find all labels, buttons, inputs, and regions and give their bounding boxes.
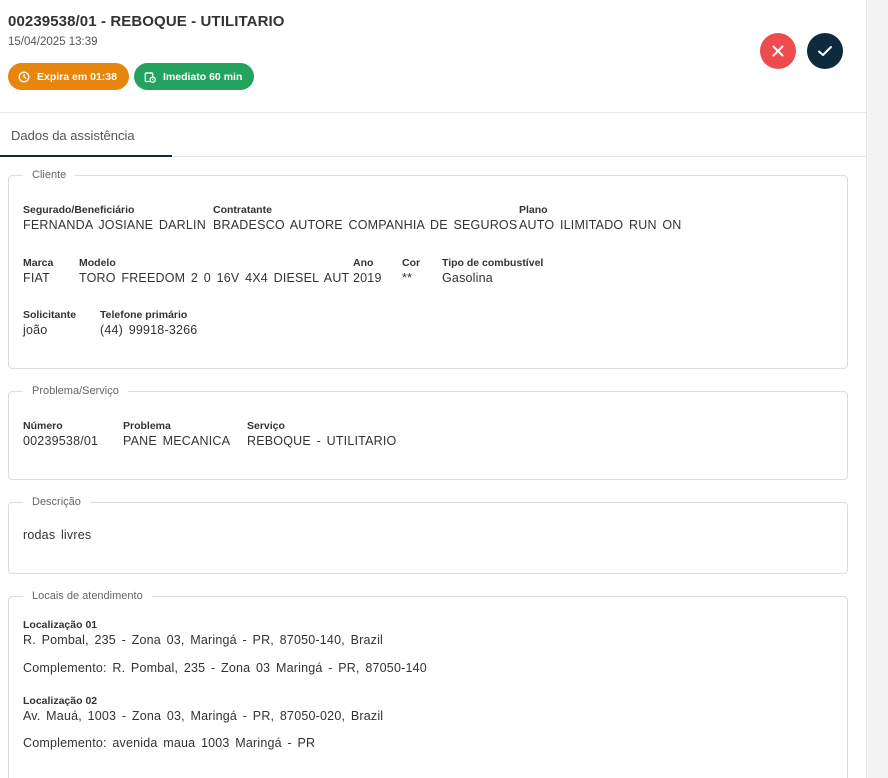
localizacao-02-complemento: Complemento: avenida maua 1003 Maringá -… bbox=[23, 736, 316, 750]
marca-label: Marca bbox=[23, 257, 54, 269]
close-icon bbox=[772, 45, 784, 57]
tab-dados-assistencia[interactable]: Dados da assistência bbox=[0, 113, 172, 157]
segurado-value: FERNANDA JOSIANE DARLIN bbox=[23, 218, 206, 232]
problema-label: Problema bbox=[123, 420, 171, 432]
localizacao-02-label: Localização 02 bbox=[23, 695, 98, 707]
plano-field: Plano AUTO ILIMITADO RUN ON bbox=[519, 204, 682, 233]
ano-value: 2019 bbox=[353, 271, 382, 285]
combustivel-label: Tipo de combustível bbox=[442, 257, 544, 269]
localizacao-01-address: R. Pombal, 235 - Zona 03, Maringá - PR, … bbox=[23, 633, 384, 647]
urgency-badge-label: Imediato 60 min bbox=[163, 70, 243, 83]
contratante-value: BRADESCO AUTORE COMPANHIA DE SEGUROS bbox=[213, 218, 518, 232]
cor-field: Cor ** bbox=[402, 257, 420, 286]
localizacao-01-complemento: Complemento: R. Pombal, 235 - Zona 03 Ma… bbox=[23, 661, 427, 675]
localizacao-01: Localização 01 R. Pombal, 235 - Zona 03,… bbox=[23, 619, 383, 648]
servico-field: Serviço REBOQUE - UTILITARIO bbox=[247, 420, 396, 449]
problema-value: PANE MECANICA bbox=[123, 434, 231, 448]
telefone-value: (44) 99918-3266 bbox=[100, 323, 198, 337]
combustivel-field: Tipo de combustível Gasolina bbox=[442, 257, 543, 286]
vertical-scrollbar[interactable] bbox=[866, 0, 888, 778]
cor-value: ** bbox=[402, 271, 413, 285]
ano-label: Ano bbox=[353, 257, 374, 269]
expiry-badge: Expira em 01:38 bbox=[8, 63, 129, 90]
request-datetime: 15/04/2025 13:39 bbox=[8, 36, 98, 48]
calendar-clock-icon bbox=[144, 71, 156, 83]
accept-button[interactable] bbox=[807, 33, 843, 69]
localizacao-01-label: Localização 01 bbox=[23, 619, 98, 631]
descricao-text: rodas livres bbox=[23, 528, 92, 542]
clock-icon bbox=[18, 70, 30, 83]
numero-value: 00239538/01 bbox=[23, 434, 99, 448]
cliente-section: Cliente Segurado/Beneficiário FERNANDA J… bbox=[8, 169, 848, 369]
check-icon bbox=[818, 46, 832, 56]
telefone-field: Telefone primário (44) 99918-3266 bbox=[100, 309, 197, 338]
locais-section: Locais de atendimento Localização 01 R. … bbox=[8, 590, 848, 778]
localizacao-02-address: Av. Mauá, 1003 - Zona 03, Maringá - PR, … bbox=[23, 709, 384, 723]
contratante-field: Contratante BRADESCO AUTORE COMPANHIA DE… bbox=[213, 204, 517, 233]
modelo-value: TORO FREEDOM 2 0 16V 4X4 DIESEL AUT bbox=[79, 271, 350, 285]
telefone-label: Telefone primário bbox=[100, 309, 188, 321]
segurado-field: Segurado/Beneficiário FERNANDA JOSIANE D… bbox=[23, 204, 206, 233]
segurado-label: Segurado/Beneficiário bbox=[23, 204, 135, 216]
urgency-badge: Imediato 60 min bbox=[134, 63, 255, 90]
problema-field: Problema PANE MECANICA bbox=[123, 420, 230, 449]
numero-label: Número bbox=[23, 420, 63, 432]
contratante-label: Contratante bbox=[213, 204, 272, 216]
page-title: 00239538/01 - REBOQUE - UTILITARIO bbox=[8, 13, 285, 30]
descricao-section: Descrição rodas livres bbox=[8, 496, 848, 574]
problema-legend: Problema/Serviço bbox=[32, 385, 119, 397]
expiry-badge-label: Expira em 01:38 bbox=[37, 70, 117, 83]
servico-label: Serviço bbox=[247, 420, 285, 432]
locais-legend: Locais de atendimento bbox=[32, 590, 143, 602]
plano-label: Plano bbox=[519, 204, 548, 216]
detail-header: 00239538/01 - REBOQUE - UTILITARIO 15/04… bbox=[0, 0, 866, 113]
reject-button[interactable] bbox=[760, 33, 796, 69]
solicitante-value: joão bbox=[23, 323, 48, 337]
servico-value: REBOQUE - UTILITARIO bbox=[247, 434, 397, 448]
combustivel-value: Gasolina bbox=[442, 271, 493, 285]
assistance-detail-panel: 00239538/01 - REBOQUE - UTILITARIO 15/04… bbox=[0, 0, 866, 778]
localizacao-02: Localização 02 Av. Mauá, 1003 - Zona 03,… bbox=[23, 695, 383, 724]
tab-bar: Dados da assistência bbox=[0, 113, 866, 157]
marca-field: Marca FIAT bbox=[23, 257, 53, 286]
active-tab-indicator bbox=[0, 155, 172, 157]
modelo-field: Modelo TORO FREEDOM 2 0 16V 4X4 DIESEL A… bbox=[79, 257, 349, 286]
problema-section: Problema/Serviço Número 00239538/01 Prob… bbox=[8, 385, 848, 480]
descricao-legend: Descrição bbox=[32, 496, 81, 508]
solicitante-field: Solicitante joão bbox=[23, 309, 76, 338]
cor-label: Cor bbox=[402, 257, 421, 269]
modelo-label: Modelo bbox=[79, 257, 116, 269]
ano-field: Ano 2019 bbox=[353, 257, 382, 286]
numero-field: Número 00239538/01 bbox=[23, 420, 98, 449]
cliente-legend: Cliente bbox=[32, 169, 67, 181]
marca-value: FIAT bbox=[23, 271, 50, 285]
plano-value: AUTO ILIMITADO RUN ON bbox=[519, 218, 682, 232]
solicitante-label: Solicitante bbox=[23, 309, 77, 321]
